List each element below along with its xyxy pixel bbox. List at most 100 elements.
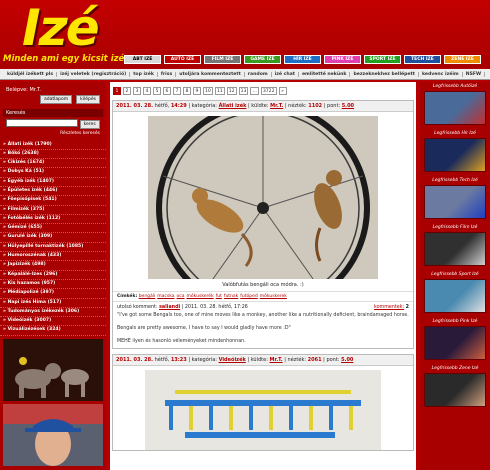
category-button[interactable]: ZENE IZÉ (444, 55, 481, 64)
category-button[interactable]: AUTÓ IZÉ (164, 55, 201, 64)
post-points[interactable]: 5.00 (341, 357, 353, 363)
site-logo[interactable]: Izé (22, 2, 100, 54)
category-button[interactable]: GAME IZÉ (244, 55, 281, 64)
category-list-item[interactable]: Állati izék (1790) (0, 141, 106, 150)
page-link[interactable]: 3722 (260, 87, 277, 95)
category-list-item[interactable]: Humoroszénak (433) (0, 252, 106, 262)
tag-link[interactable]: mókuskerek (260, 294, 287, 299)
nav-link[interactable]: friss (158, 71, 177, 77)
comment-user-link[interactable]: saliandi (159, 305, 180, 310)
category-list-item[interactable]: Gurulé izék (309) (0, 233, 106, 243)
nav-link[interactable]: NSFW (463, 71, 486, 77)
page-link[interactable]: 12 (226, 87, 237, 95)
post-points[interactable]: 5.00 (342, 103, 354, 109)
search-input[interactable] (6, 119, 78, 127)
tag-link[interactable]: futóped (240, 294, 257, 299)
category-list-item[interactable]: Főepisópisek (541) (0, 196, 106, 206)
login-box: Belépve: Mr.T. adatlapom kilépés (3, 85, 103, 106)
category-list-item[interactable]: Videóizék (3007) (0, 317, 106, 327)
category-button[interactable]: PINK IZÉ (324, 55, 361, 64)
category-button[interactable]: TECH IZÉ (404, 55, 441, 64)
page-link[interactable]: 11 (214, 87, 225, 95)
post-sender-link[interactable]: Mr.T. (269, 357, 282, 363)
tag-link[interactable]: futnak (224, 294, 238, 299)
page-link[interactable]: 2 (123, 87, 131, 95)
sidebar-thumb-elephant[interactable] (3, 338, 103, 401)
page-link[interactable]: 9 (193, 87, 201, 95)
search-button[interactable]: keres (79, 119, 100, 129)
nav-link[interactable]: izéj veletek (regisztráció) (57, 71, 131, 77)
right-thumbnail[interactable] (424, 373, 486, 407)
profile-button[interactable]: adatlapom (40, 95, 73, 104)
category-button[interactable]: HÍR IZÉ (284, 55, 321, 64)
page-link[interactable]: ... (250, 87, 259, 95)
post-sender-link[interactable]: Mr.T. (270, 103, 283, 109)
category-list-item[interactable]: Képalálé-Izes (296) (0, 271, 106, 280)
category-button[interactable]: SPORT IZÉ (364, 55, 401, 64)
page-link[interactable]: 3 (133, 87, 141, 95)
page-link[interactable]: 10 (203, 87, 213, 95)
category-list-item[interactable]: Épületes izék (446) (0, 187, 106, 197)
category-list-item[interactable]: Tudományos izékezék (306) (0, 308, 106, 318)
site-header: Izé Minden ami egy kicsit izé ÁBT IZÉ AUT… (0, 0, 490, 68)
nav-link[interactable]: kedvenc izéim (419, 71, 463, 77)
category-list-item[interactable]: Gémizé (655) (0, 224, 106, 234)
category-list-item[interactable]: Egyéb izék (1407) (0, 178, 106, 187)
page-link[interactable]: 4 (143, 87, 151, 95)
last-comment-label: utolsó komment: (117, 305, 158, 310)
advanced-search-link[interactable]: Részletes keresés (3, 131, 103, 136)
post-date: 2011. 03. 28. (116, 103, 154, 109)
search-box: Keresés keres Részletes keresés (3, 109, 103, 136)
nav-link[interactable]: emlitetté nekünk (299, 71, 351, 77)
page-link[interactable]: 6 (163, 87, 171, 95)
tag-link[interactable]: macska (157, 294, 174, 299)
nav-link[interactable]: top izék (130, 71, 158, 77)
tag-link[interactable]: mókuskerék (187, 294, 214, 299)
page-link[interactable]: » (278, 87, 287, 95)
right-thumbnail[interactable] (424, 326, 486, 360)
category-list-item[interactable]: Japizizék (498) (0, 261, 106, 271)
right-thumbnail[interactable] (424, 91, 486, 125)
post-image-dominoes[interactable] (145, 370, 381, 450)
category-list-item[interactable]: Cikizés (1674) (0, 159, 106, 169)
post-image-cats-wheel[interactable] (148, 116, 378, 279)
sidebar-thumb-person[interactable] (3, 403, 103, 466)
category-button[interactable]: ÁBT IZÉ (124, 55, 161, 64)
site-slogan: Minden ami egy kicsit izé (3, 54, 125, 64)
page-link[interactable]: 8 (183, 87, 191, 95)
category-list-item[interactable]: Hülyepillé tornaktizék (1085) (0, 243, 106, 253)
category-list-item[interactable]: Dobys Ká (51) (0, 168, 106, 178)
comments-link[interactable]: kommentek: (374, 305, 404, 310)
logout-button[interactable]: kilépés (76, 95, 100, 104)
right-thumbnail[interactable] (424, 185, 486, 219)
category-list-item[interactable]: Bőkó (2638) (0, 150, 106, 160)
right-thumbnail[interactable] (424, 232, 486, 266)
right-thumbnail[interactable] (424, 279, 486, 313)
tag-link[interactable]: bengáli (139, 294, 156, 299)
nav-link[interactable]: küldjél izékett pls (4, 71, 58, 77)
category-bar: ÁBT IZÉ AUTÓ IZÉ FILM IZÉ GAME IZÉ HÍR IZÉ PI… (124, 55, 481, 64)
nav-link[interactable]: random (245, 71, 272, 77)
nav-link[interactable]: utoljára kommenteztett (176, 71, 245, 77)
category-list-item[interactable]: Kis hazamos (957) (0, 280, 106, 290)
page-link[interactable]: 7 (173, 87, 181, 95)
right-section-title: Legfrissebb Film Izé (432, 225, 478, 230)
nav-link[interactable]: izé chat (272, 71, 299, 77)
category-list-item[interactable]: Fotóbélés izék (112) (0, 215, 106, 225)
page-link[interactable]: 5 (153, 87, 161, 95)
category-button[interactable]: FILM IZÉ (204, 55, 241, 64)
post-category-link[interactable]: Állati izék (219, 103, 247, 109)
tag-link[interactable]: fut (216, 294, 222, 299)
dominoes-image (145, 370, 381, 450)
tag-link[interactable]: oca (177, 294, 185, 299)
page-link[interactable]: 13 (238, 87, 249, 95)
category-list-item[interactable]: Médiapolizé (397) (0, 289, 106, 299)
post-category-link[interactable]: Videóizék (219, 357, 246, 363)
right-thumbnail[interactable] (424, 138, 486, 172)
category-list-item[interactable]: Napi izés Híma (517) (0, 299, 106, 308)
category-list-item[interactable]: Vizuálizézések (324) (0, 326, 106, 336)
page-link[interactable]: 1 (113, 87, 121, 95)
nav-link[interactable]: bezzeknekhez bellépett (350, 71, 419, 77)
category-list-item[interactable]: Filmizék (375) (0, 206, 106, 215)
right-section-title: Legfrissebb Pink Izé (432, 319, 478, 324)
